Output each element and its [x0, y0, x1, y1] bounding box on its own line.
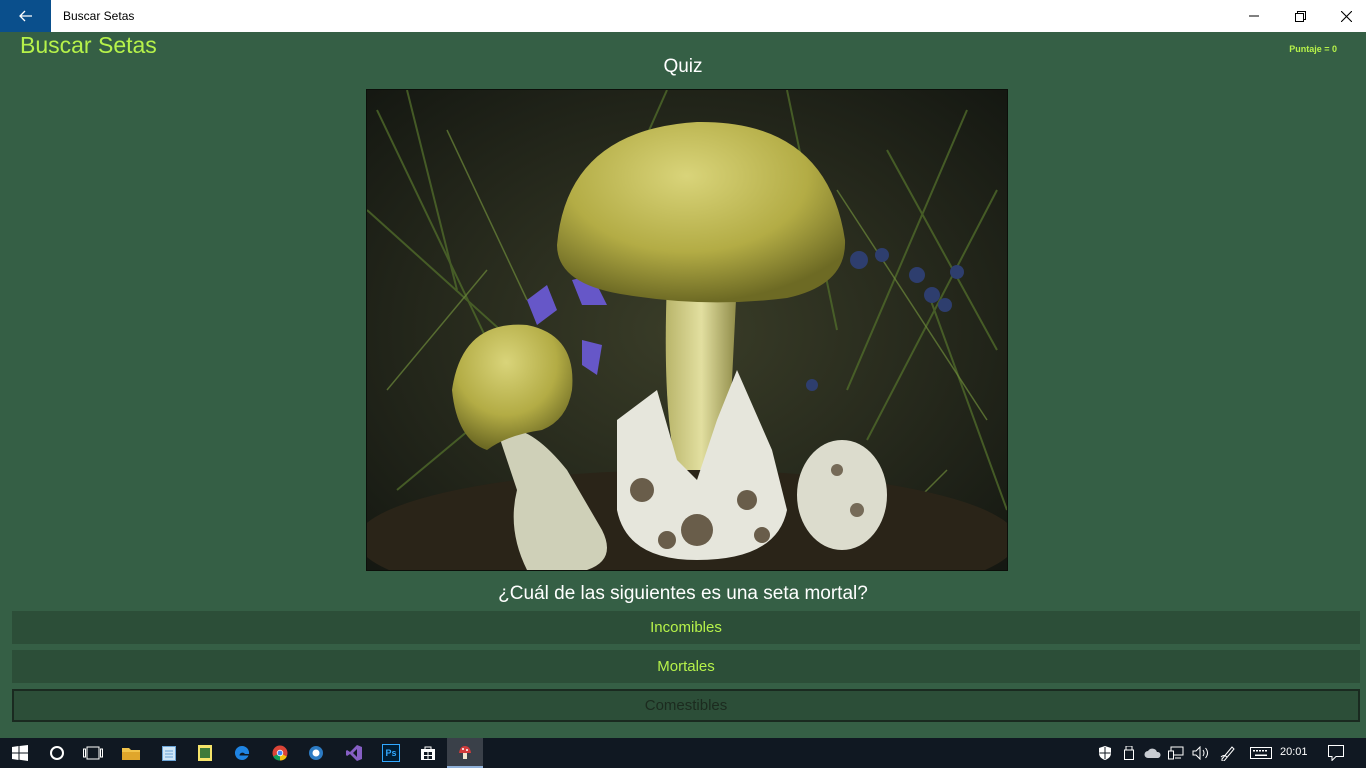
notepad-icon[interactable]: [151, 738, 187, 768]
volume-icon[interactable]: [1191, 738, 1211, 768]
app-content: Buscar Setas Puntaje = 0 Quiz ¿Cuál de l…: [0, 32, 1366, 738]
minimize-icon: [1249, 15, 1259, 17]
store-icon[interactable]: [410, 738, 446, 768]
mushroom-photo: [366, 89, 1008, 571]
mushroom-illustration: [367, 90, 1007, 570]
minimize-button[interactable]: [1231, 0, 1277, 32]
close-icon: [1340, 10, 1352, 22]
app-title: Buscar Setas: [20, 32, 157, 58]
network-app-icon[interactable]: [298, 738, 334, 768]
network-icon[interactable]: [1167, 738, 1185, 768]
back-button[interactable]: [0, 0, 51, 32]
answer-button-mortales[interactable]: Mortales: [12, 650, 1360, 683]
taskbar-clock[interactable]: 20:01: [1280, 746, 1308, 758]
chrome-icon[interactable]: [262, 738, 298, 768]
close-button[interactable]: [1323, 0, 1366, 32]
cortana-icon[interactable]: [39, 738, 75, 768]
title-bar: Buscar Setas: [0, 0, 1366, 32]
edge-icon[interactable]: [224, 738, 260, 768]
taskbar: Ps 20:01: [0, 738, 1366, 768]
visual-studio-icon[interactable]: [336, 738, 372, 768]
restore-icon: [1294, 10, 1306, 22]
restore-button[interactable]: [1277, 0, 1323, 32]
section-title: Quiz: [663, 56, 703, 77]
answer-button-comestibles[interactable]: Comestibles: [12, 689, 1360, 722]
quiz-question: ¿Cuál de las siguientes es una seta mort…: [498, 583, 868, 604]
file-explorer-icon[interactable]: [113, 738, 149, 768]
onedrive-icon[interactable]: [1143, 738, 1163, 768]
task-view-icon[interactable]: [75, 738, 111, 768]
sticky-notes-icon[interactable]: [187, 738, 223, 768]
action-center-icon[interactable]: [1325, 738, 1347, 768]
photoshop-icon[interactable]: Ps: [373, 738, 409, 768]
shield-icon[interactable]: [1096, 738, 1114, 768]
keyboard-icon[interactable]: [1248, 738, 1274, 768]
pen-workspace-icon[interactable]: [1218, 738, 1238, 768]
answer-button-incomibles[interactable]: Incomibles: [12, 611, 1360, 644]
back-arrow-icon: [18, 10, 32, 22]
window-title: Buscar Setas: [63, 9, 135, 23]
usb-drive-icon[interactable]: [1121, 738, 1137, 768]
buscar-setas-app-icon[interactable]: [447, 738, 483, 768]
score-label: Puntaje = 0: [1289, 44, 1337, 54]
photoshop-logo: Ps: [382, 744, 400, 762]
windows-start-icon[interactable]: [2, 738, 38, 768]
